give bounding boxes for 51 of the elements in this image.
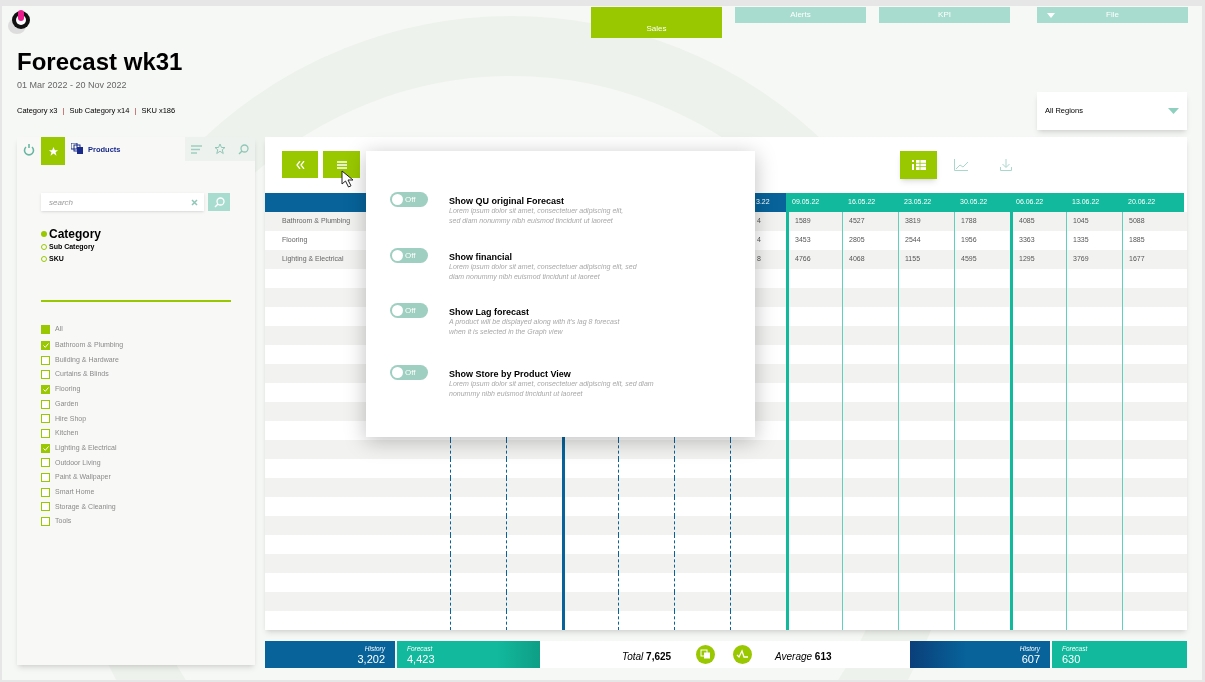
option-title: Show QU original Forecast <box>449 195 565 208</box>
checkbox[interactable] <box>41 399 50 409</box>
cursor-icon <box>341 170 355 188</box>
date-range: 01 Mar 2022 - 20 Nov 2022 <box>17 79 128 92</box>
level-label[interactable]: Category <box>49 227 101 241</box>
checkbox[interactable] <box>41 517 50 527</box>
checkbox[interactable] <box>41 414 50 424</box>
summary-value: 607 <box>1021 652 1040 665</box>
average-icon <box>733 645 752 664</box>
double-chevron-icon <box>295 160 305 169</box>
option-title: Show Lag forecast <box>449 306 529 319</box>
nav-tab[interactable]: Sales <box>591 7 722 38</box>
search-button[interactable] <box>208 193 230 211</box>
checkbox[interactable] <box>41 340 50 350</box>
caret-icon <box>1168 108 1179 114</box>
clear-icon[interactable] <box>191 199 198 206</box>
checkbox[interactable] <box>41 502 50 512</box>
search-field[interactable]: search <box>41 193 204 211</box>
summary-value: 630 <box>1062 652 1081 665</box>
option-title: Show financial <box>449 251 512 264</box>
line-chart-icon <box>953 159 968 171</box>
download-icon <box>999 159 1012 171</box>
view-button[interactable] <box>900 151 937 179</box>
star-icon[interactable] <box>214 143 226 155</box>
boxes-icon <box>696 645 715 664</box>
menu-button[interactable] <box>323 151 360 178</box>
radio-button[interactable] <box>41 231 47 237</box>
checkbox[interactable] <box>41 324 50 334</box>
average-text: Average 613 <box>775 650 832 664</box>
collapse-button[interactable] <box>282 151 318 178</box>
total-text: Total 7,625 <box>622 650 672 664</box>
menu-icon <box>336 160 347 169</box>
summary-value: 3,202 <box>357 652 385 665</box>
star-icon <box>47 145 59 157</box>
checkbox[interactable] <box>41 428 50 438</box>
boxes-icon <box>71 143 83 154</box>
checkbox[interactable] <box>41 443 50 453</box>
table-view-icon <box>911 160 926 170</box>
checkbox[interactable] <box>41 355 50 365</box>
checkbox[interactable] <box>41 487 50 497</box>
summary-value: 4,423 <box>407 652 435 665</box>
checkbox[interactable] <box>41 458 50 468</box>
option-title: Show Store by Product View <box>449 368 571 381</box>
checkbox[interactable] <box>41 370 50 380</box>
list-icon[interactable] <box>191 144 202 154</box>
page-title: Forecast wk31 <box>17 48 183 76</box>
checkbox[interactable] <box>41 384 50 394</box>
search-icon <box>213 196 225 208</box>
search-icon[interactable] <box>238 143 249 155</box>
favorites-tab[interactable] <box>41 137 65 165</box>
checkbox[interactable] <box>41 473 50 483</box>
